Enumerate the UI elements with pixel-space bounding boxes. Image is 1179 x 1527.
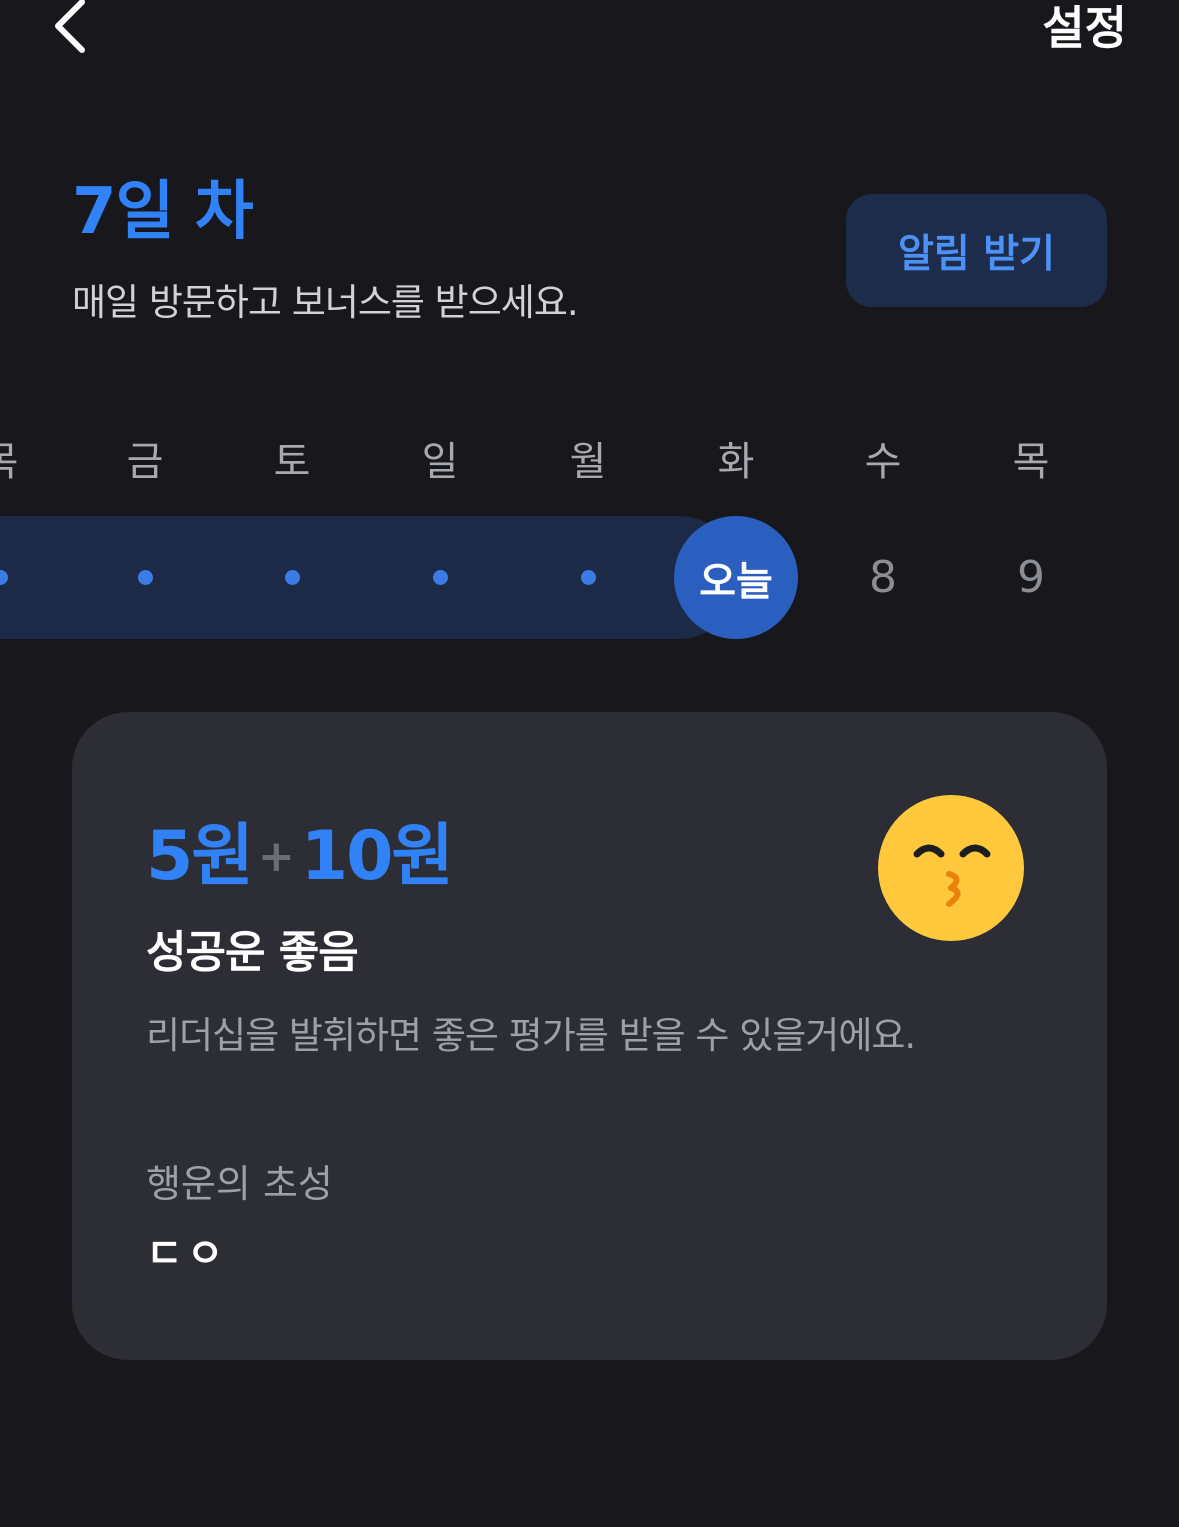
weekday-label: 금: [126, 439, 164, 485]
weekday-label: 목: [1012, 439, 1050, 485]
settings-link[interactable]: 설정: [1042, 0, 1127, 56]
reward-amount: 5원 +10원: [146, 812, 454, 919]
visited-dot: [432, 570, 448, 585]
future-day-number: 9: [1017, 552, 1045, 603]
weekday-label: 월: [569, 439, 607, 485]
fortune-description: 리더십을 발휘하면 좋은 평가를 받을 수 있을거에요.: [146, 1014, 916, 1057]
day-count-title: 7일 차: [72, 175, 254, 249]
lucky-initials-value: ㄷㅇ: [146, 1231, 228, 1277]
today-badge: 오늘: [674, 516, 798, 639]
visited-dot: [284, 570, 300, 585]
day-visited: [378, 516, 502, 639]
day-future: 9: [969, 516, 1093, 639]
fortune-title: 성공운 좋음: [146, 927, 359, 978]
weekday-label: 토: [273, 439, 311, 485]
day-visited: [0, 516, 62, 639]
weekday-label: 화: [717, 439, 755, 485]
day-visited: [230, 516, 354, 639]
fortune-card: 5원 +10원 성공운 좋음 리더십을 발휘하면 좋은 평가를 받을 수 있을거에…: [72, 712, 1107, 1360]
weekday-row: 목 금 토 일 월 화 수 목: [0, 430, 1179, 494]
reward-bonus: 10원: [300, 817, 454, 896]
reward-base: 5원: [146, 817, 254, 896]
kissing-face-icon: [877, 794, 1025, 942]
visited-dot: [580, 570, 596, 585]
notify-button[interactable]: 알림 받기: [846, 194, 1107, 307]
weekday-label: 수: [864, 439, 902, 485]
future-day-number: 8: [869, 552, 897, 603]
weekday-label: 일: [421, 439, 459, 485]
lucky-initials-label: 행운의 초성: [146, 1162, 333, 1206]
reward-plus: +: [257, 831, 295, 882]
day-visited: [83, 516, 207, 639]
weekday-label: 목: [0, 430, 50, 494]
visited-dot: [137, 570, 153, 585]
day-today: 오늘: [674, 516, 798, 639]
chevron-left-icon: [55, 0, 85, 53]
intro-subtitle: 매일 방문하고 보너스를 받으세요.: [72, 281, 579, 324]
day-visited: [526, 516, 650, 639]
day-future: 8: [821, 516, 945, 639]
visited-dot: [0, 570, 8, 585]
back-button[interactable]: [40, 0, 100, 60]
